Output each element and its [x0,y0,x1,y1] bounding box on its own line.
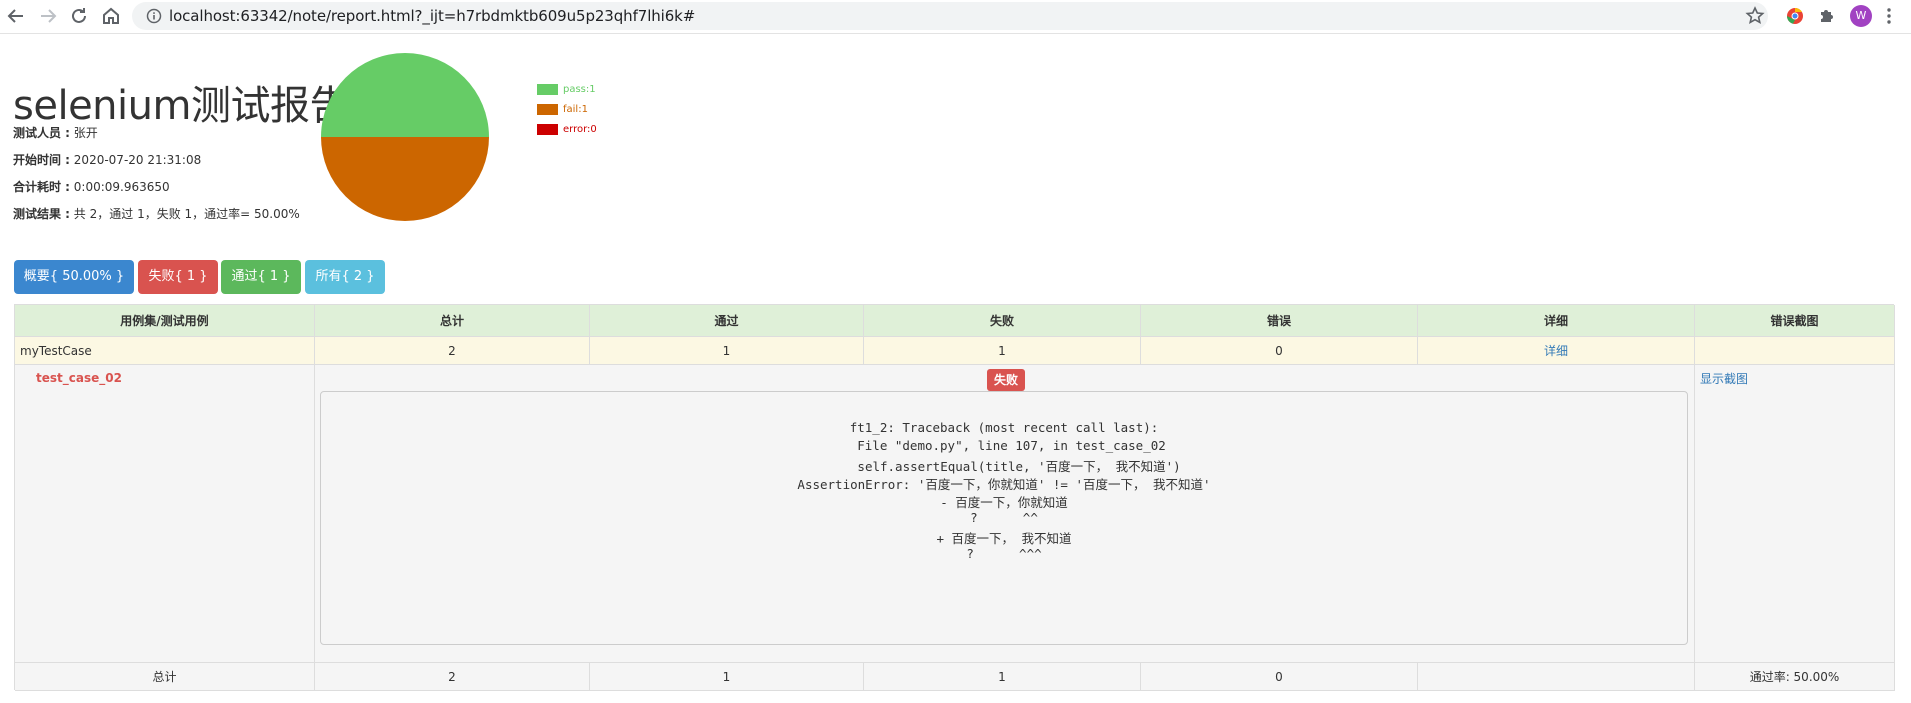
attr-value: 0:00:09.963650 [69,180,170,194]
footer-error: 0 [1141,663,1418,691]
traceback-line: File "demo.py", line 107, in test_case_0… [842,438,1166,453]
footer-detail [1418,663,1695,691]
footer-label: 总计 [15,663,315,691]
traceback-box: ft1_2: Traceback (most recent call last)… [320,391,1688,645]
suite-error: 0 [1141,337,1418,365]
attr-tester: 测试人员 : 张开 [13,124,98,141]
pie-slice-fail [321,137,489,221]
attr-value: 2020-07-20 21:31:08 [69,153,202,167]
url-text[interactable]: localhost:63342/note/report.html?_ijt=h7… [169,7,695,25]
col-header-total: 总计 [315,305,590,337]
attr-label: 开始时间 : [13,153,70,167]
suite-pass: 1 [590,337,864,365]
footer-pass-rate: 通过率: 50.00% [1695,663,1895,691]
traceback-line: + 百度一下， 我不知道 [936,531,1072,546]
col-header-detail: 详细 [1418,305,1695,337]
pie-slice-pass [321,53,489,137]
chrome-extension-icon[interactable] [1783,4,1807,28]
case-name-cell: test_case_02 [15,365,315,663]
col-header-pass: 通过 [590,305,864,337]
attr-duration: 合计耗时 : 0:00:09.963650 [13,178,170,195]
col-header-case: 用例集/测试用例 [15,305,315,337]
suite-screenshot-cell [1695,337,1895,365]
extensions-puzzle-icon[interactable] [1815,4,1839,28]
suite-fail: 1 [864,337,1141,365]
suite-name: myTestCase [15,337,315,365]
filter-summary-button[interactable]: 概要{ 50.00% } [14,260,134,294]
attr-start-time: 开始时间 : 2020-07-20 21:31:08 [13,151,201,168]
attr-label: 测试人员 : [13,126,70,140]
filter-passed-button[interactable]: 通过{ 1 } [221,260,301,294]
profile-avatar[interactable]: W [1850,5,1872,27]
show-screenshot-link[interactable]: 显示截图 [1700,370,1748,387]
home-icon[interactable] [99,4,123,28]
traceback-line: ? ^^^ [966,546,1042,561]
forward-icon[interactable] [36,4,60,28]
legend-label-fail: fail:1 [563,104,588,115]
browser-toolbar: localhost:63342/note/report.html?_ijt=h7… [0,0,1911,34]
traceback-line: AssertionError: '百度一下，你就知道' != '百度一下， 我不… [797,477,1211,492]
menu-kebab-icon[interactable] [1877,4,1901,28]
back-icon[interactable] [4,4,28,28]
result-pie-chart [321,53,489,221]
status-badge[interactable]: 失败 [987,369,1026,391]
bookmark-star-icon[interactable] [1743,4,1767,28]
attr-result: 测试结果 : 共 2，通过 1，失败 1，通过率= 50.00% [13,205,300,222]
traceback-line: ft1_2: Traceback (most recent call last)… [849,420,1159,435]
site-info-icon[interactable] [146,8,162,24]
legend-label-pass: pass:1 [563,84,596,95]
case-name: test_case_02 [36,371,122,385]
attr-value: 张开 [69,126,98,140]
footer-fail: 1 [864,663,1141,691]
traceback-line: self.assertEqual(title, '百度一下， 我不知道') [827,459,1181,474]
attr-value: 共 2，通过 1，失败 1，通过率= 50.00% [69,207,300,221]
legend-swatch-fail [537,104,558,115]
reload-icon[interactable] [67,4,91,28]
traceback-line: ? ^^ [970,510,1038,525]
page-title: selenium测试报告 [13,83,349,129]
col-header-fail: 失败 [864,305,1141,337]
footer-total: 2 [315,663,590,691]
suite-detail-link[interactable]: 详细 [1544,344,1568,358]
filter-all-button[interactable]: 所有{ 2 } [305,260,385,294]
legend-label-error: error:0 [563,124,597,135]
traceback-line: - 百度一下，你就知道 [940,495,1068,510]
case-screenshot-cell: 显示截图 [1695,365,1895,663]
legend-swatch-error [537,124,558,135]
footer-pass: 1 [590,663,864,691]
attr-label: 合计耗时 : [13,180,70,194]
suite-detail-cell: 详细 [1418,337,1695,365]
col-header-error: 错误 [1141,305,1418,337]
suite-total: 2 [315,337,590,365]
legend-swatch-pass [537,84,558,95]
filter-failed-button[interactable]: 失败{ 1 } [138,260,218,294]
col-header-screenshot: 错误截图 [1695,305,1895,337]
attr-label: 测试结果 : [13,207,70,221]
